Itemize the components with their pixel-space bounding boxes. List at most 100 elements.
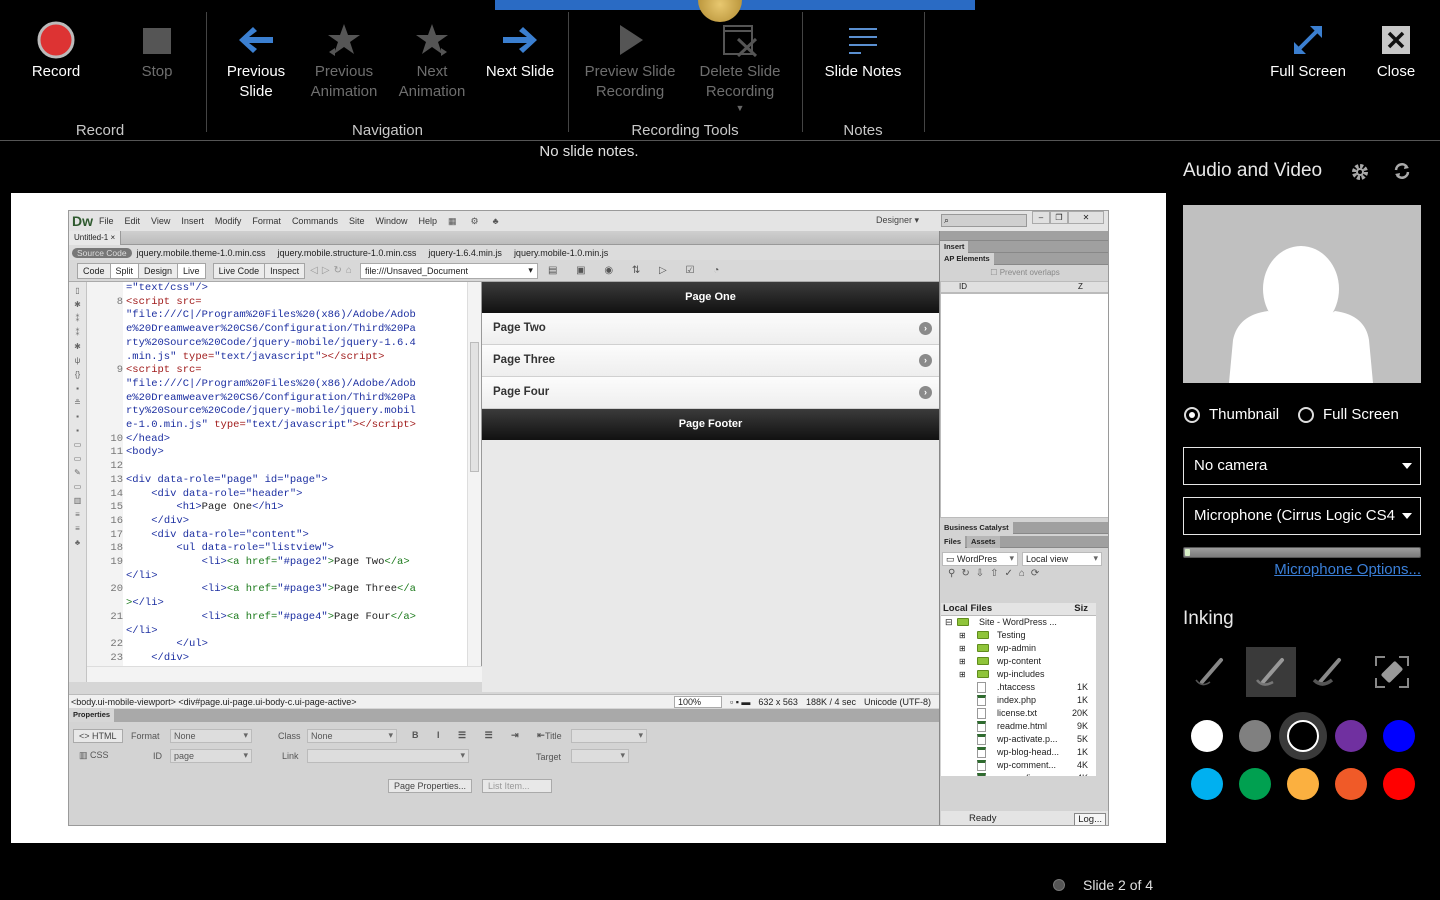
line-number: 21 [87, 610, 123, 625]
microphone-select[interactable]: Microphone (Cirrus Logic CS4 [1183, 497, 1421, 535]
star-back-icon [328, 24, 360, 56]
color-swatch[interactable] [1239, 768, 1271, 800]
dw-title-label: Title [545, 731, 562, 741]
dw-link-field [307, 749, 469, 763]
color-swatch[interactable] [1287, 768, 1319, 800]
code-text: e%20Dreamweaver%20CS6/Configuration/Thir… [126, 391, 416, 404]
dw-tag-selector: <body.ui-mobile-viewport> <div#page.ui-p… [71, 696, 357, 707]
dw-ap-header: ID Z [940, 281, 1108, 293]
code-line: 9 <script src= [87, 364, 467, 378]
slide-counter: Slide 2 of 4 [1053, 877, 1153, 893]
slide-canvas[interactable]: Dw File Edit View Insert Modify Format C… [11, 193, 1166, 843]
pen-thin-icon [1195, 658, 1223, 686]
code-text: ></li> [126, 597, 164, 610]
code-text: <div data-role="page" id="page"> [126, 473, 328, 486]
file-icon [977, 721, 986, 732]
code-text: <li><a href="#page2">Page Two</a> [201, 556, 410, 569]
previous-animation-label: Previous [314, 63, 374, 80]
line-number [87, 419, 123, 433]
pen-thin-tool[interactable] [1185, 647, 1235, 697]
full-screen-button[interactable]: Full Screen [1266, 20, 1350, 82]
color-swatch[interactable] [1383, 720, 1415, 752]
code-text: <h1>Page One</h1> [176, 501, 284, 514]
preview-recording-label: Preview Slide [584, 63, 676, 80]
group-label-navigation: Navigation [352, 122, 423, 139]
code-line: </li> [87, 569, 467, 584]
gear-icon[interactable] [1350, 162, 1370, 187]
code-line: 15 <h1>Page One</h1> [87, 501, 467, 515]
line-number: 16 [87, 514, 123, 529]
dw-split-view: Split [109, 262, 140, 279]
source-code-pill: Source Code [72, 247, 132, 258]
delete-recording-label: Delete Slide [699, 63, 781, 80]
jqm-list-item: Page Four › [482, 377, 939, 409]
preview-recording-button[interactable]: Preview Slide Recording [582, 20, 678, 102]
chevron-right-icon: › [919, 386, 932, 399]
file-row: wp-activate.p... 5K [941, 733, 1096, 746]
related-file: jquery.mobile.theme-1.0.min.css [136, 247, 266, 258]
file-row: wp-config-sa...4K [941, 772, 1096, 776]
audio-video-title: Audio and Video [1183, 160, 1323, 181]
line-number [87, 282, 123, 296]
folder-icon [977, 631, 989, 639]
delete-recording-button[interactable]: Delete Slide Recording ▼ [694, 20, 786, 114]
code-text: </div> [151, 651, 190, 664]
radio-selected-icon [1184, 406, 1200, 423]
next-animation-button[interactable]: Next Animation [394, 20, 470, 102]
camera-select[interactable]: No camera [1183, 447, 1421, 485]
code-line: 22 </ul> [87, 638, 467, 652]
color-swatch[interactable] [1335, 768, 1367, 800]
dw-workspace: Designer ▾ [876, 215, 920, 225]
dw-download: 188K / 4 sec [805, 697, 856, 707]
code-text: <script src= [126, 364, 202, 377]
radio-thumbnail[interactable]: Thumbnail [1184, 406, 1279, 423]
notes-icon [849, 28, 877, 54]
eraser-tool[interactable] [1367, 647, 1417, 697]
record-button[interactable]: Record [26, 20, 86, 82]
dw-prevent-overlaps: ☐ Prevent overlaps [990, 268, 1060, 277]
next-slide-button[interactable]: Next Slide [484, 20, 556, 82]
line-number: 11 [87, 446, 123, 461]
color-swatch[interactable] [1191, 768, 1223, 800]
stop-button[interactable]: Stop [127, 20, 187, 82]
code-line: </li> [87, 624, 467, 639]
slide-notes-button[interactable]: Slide Notes [820, 20, 906, 82]
dw-menu-item: Format [252, 216, 281, 226]
line-number [87, 309, 123, 324]
code-line: ="text/css"/> [87, 282, 467, 296]
color-swatch[interactable] [1335, 720, 1367, 752]
pen-thick-tool[interactable] [1303, 647, 1353, 697]
microphone-options-link[interactable]: Microphone Options... [1274, 561, 1421, 578]
code-text: e%20Dreamweaver%20CS6/Configuration/Thir… [126, 323, 416, 336]
dw-menu-item: Edit [124, 216, 141, 226]
chevron-down-icon [1402, 513, 1412, 519]
dw-target-select [571, 749, 629, 763]
color-swatch[interactable] [1239, 720, 1271, 752]
code-line: .min.js" type="text/javascript"></script… [87, 350, 467, 365]
color-swatch[interactable] [1383, 768, 1415, 800]
code-line: 19 <li><a href="#page2">Page Two</a> [87, 556, 467, 570]
microphone-level-meter [1183, 547, 1421, 558]
dw-coding-toolbar: ▯ ✱ ⁑ ⁑ ✱ ψ{} ▪ ≗ ▪ ▪ ▭ ▭ ✎ ▭ ▥ ≡ ≡ ♣ [69, 282, 87, 682]
refresh-icon[interactable] [1393, 162, 1411, 185]
code-line: 11 <body> [87, 446, 467, 461]
previous-animation-button[interactable]: Previous Animation [306, 20, 382, 102]
dw-log-btn: Log... [1074, 813, 1106, 825]
file-icon [977, 695, 986, 706]
code-text: <div data-role="content"> [151, 528, 309, 541]
radio-full-screen[interactable]: Full Screen [1298, 406, 1399, 423]
dreamweaver-screenshot: Dw File Edit View Insert Modify Format C… [68, 210, 1109, 826]
stop-icon [143, 28, 171, 54]
chevron-down-icon[interactable]: ▼ [694, 102, 786, 114]
color-swatch[interactable] [1191, 720, 1223, 752]
code-line: e-1.0.min.js" type="text/javascript"></s… [87, 419, 467, 433]
pen-medium-tool[interactable] [1246, 647, 1296, 697]
close-button[interactable]: Close [1370, 20, 1422, 82]
previous-slide-button[interactable]: Previous Slide [222, 20, 290, 102]
color-swatch[interactable] [1287, 720, 1319, 752]
chevron-down-icon [1402, 463, 1412, 469]
code-text: e-1.0.min.js" type="text/javascript"></s… [126, 419, 416, 432]
jqm-footer: Page Footer [482, 409, 939, 440]
line-number [87, 405, 123, 420]
